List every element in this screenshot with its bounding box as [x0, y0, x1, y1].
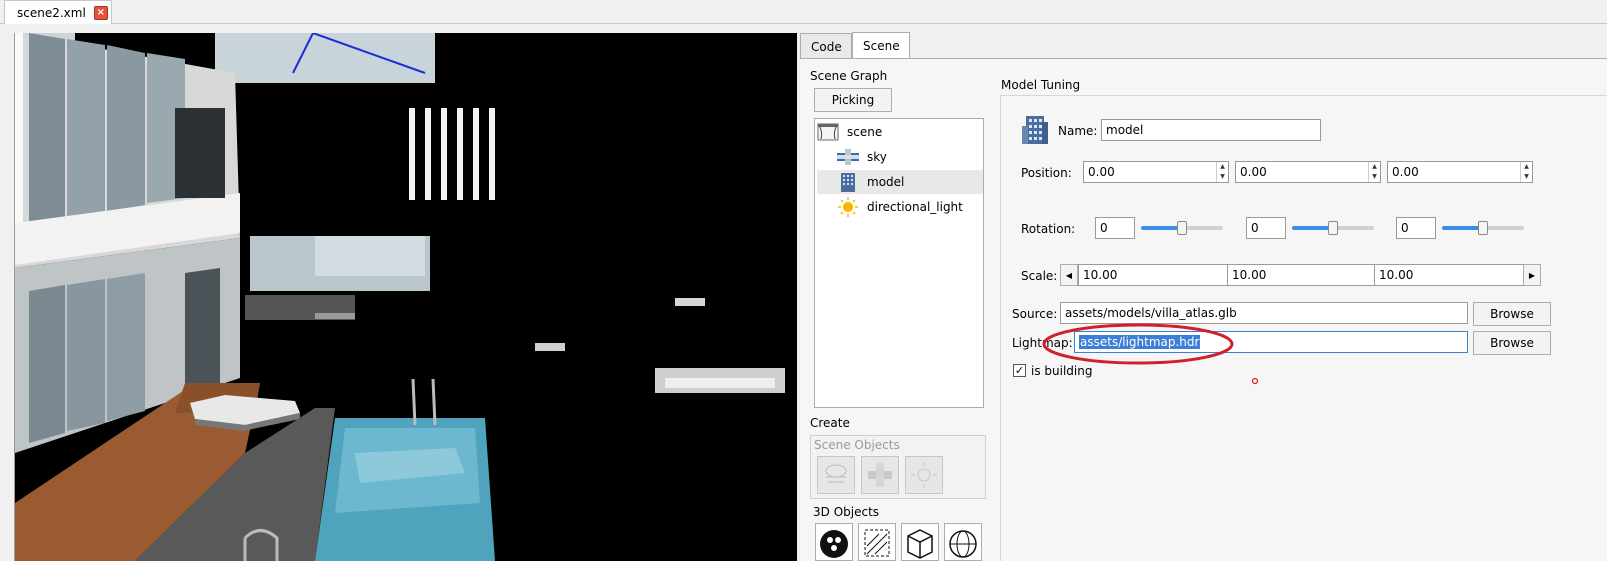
source-label: Source: — [1012, 307, 1058, 321]
add-plane-button[interactable] — [858, 523, 896, 561]
tree-item-label: sky — [867, 150, 887, 164]
building-icon — [837, 172, 859, 192]
rotation-x-slider[interactable] — [1141, 219, 1223, 237]
tree-item-label: model — [867, 175, 905, 189]
tab-scene[interactable]: Scene — [852, 32, 910, 59]
add-light-button[interactable] — [905, 456, 943, 494]
model-tuning-heading: Model Tuning — [1001, 78, 1081, 92]
rotation-x-input[interactable]: 0 — [1095, 217, 1135, 239]
curtain-icon — [817, 122, 839, 142]
scene-objects-group: Scene Objects — [810, 435, 986, 499]
tree-item-sky[interactable]: sky — [837, 145, 983, 169]
scale-left-arrow-icon[interactable]: ◀ — [1060, 264, 1078, 286]
scene-objects-heading: Scene Objects — [814, 438, 900, 452]
sphere-icon — [820, 530, 848, 558]
globe-icon — [949, 530, 977, 558]
name-field[interactable]: model — [1101, 119, 1321, 141]
inspector-panel: Code Scene Scene Graph Picking scene sky — [800, 32, 1607, 561]
document-tab-bar: scene2.xml × — [0, 0, 1607, 24]
position-label: Position: — [1021, 166, 1072, 180]
close-tab-icon[interactable]: × — [93, 5, 108, 20]
model-building-icon — [1020, 114, 1050, 146]
light-add-icon — [911, 462, 937, 488]
tab-code[interactable]: Code — [800, 33, 852, 59]
scale-x-input[interactable]: 10.00 — [1078, 264, 1228, 286]
3d-objects-heading: 3D Objects — [813, 505, 880, 519]
rotation-y-input[interactable]: 0 — [1246, 217, 1286, 239]
rotation-label: Rotation: — [1021, 222, 1076, 236]
create-heading: Create — [810, 416, 850, 430]
3d-viewport[interactable] — [14, 33, 797, 561]
spin-arrows-icon[interactable]: ▲ ▼ — [1216, 162, 1228, 182]
scale-y-input[interactable]: 10.00 — [1227, 264, 1375, 286]
document-tab[interactable]: scene2.xml × — [4, 0, 112, 24]
rotation-y-slider[interactable] — [1292, 219, 1374, 237]
position-x-value: 0.00 — [1088, 165, 1115, 179]
tree-item-model[interactable]: model — [817, 170, 983, 194]
is-building-label: is building — [1031, 364, 1093, 378]
tree-item-label: directional_light — [867, 200, 963, 214]
add-sky-button[interactable] — [861, 456, 899, 494]
tree-item-directional-light[interactable]: directional_light — [837, 195, 983, 219]
position-y-input[interactable]: 0.00 ▲ ▼ — [1235, 161, 1381, 183]
position-x-input[interactable]: 0.00 ▲ ▼ — [1083, 161, 1229, 183]
name-label: Name: — [1058, 124, 1098, 138]
scene-graph-tree[interactable]: scene sky model directional_light — [814, 118, 984, 408]
scale-z-input[interactable]: 10.00 — [1374, 264, 1524, 286]
source-browse-button[interactable]: Browse — [1473, 302, 1551, 326]
lightmap-browse-button[interactable]: Browse — [1473, 331, 1551, 355]
document-tab-title: scene2.xml — [17, 5, 86, 20]
sun-icon — [837, 197, 859, 217]
viewport-render — [15, 33, 797, 561]
is-building-checkbox[interactable]: ✓ — [1013, 364, 1026, 377]
add-sphere-button[interactable] — [815, 523, 853, 561]
skybox-icon — [825, 464, 847, 483]
add-skybox-button[interactable] — [817, 456, 855, 494]
sky-icon — [837, 147, 859, 167]
spin-arrows-icon[interactable]: ▲ ▼ — [1368, 162, 1380, 182]
scale-right-arrow-icon[interactable]: ▶ — [1523, 264, 1541, 286]
position-z-value: 0.00 — [1392, 165, 1419, 179]
annotation-dot — [1251, 377, 1259, 385]
position-y-value: 0.00 — [1240, 165, 1267, 179]
scene-tab-body: Scene Graph Picking scene sky model dire… — [800, 58, 1607, 561]
tree-item-label: scene — [847, 125, 883, 139]
annotation-ellipse — [1042, 323, 1234, 365]
position-z-input[interactable]: 0.00 ▲ ▼ — [1387, 161, 1533, 183]
tree-item-scene[interactable]: scene — [817, 120, 983, 144]
picking-button[interactable]: Picking — [814, 88, 892, 112]
plane-icon — [864, 529, 890, 557]
spin-arrows-icon[interactable]: ▲ ▼ — [1520, 162, 1532, 182]
rotation-z-slider[interactable] — [1442, 219, 1524, 237]
cube-icon — [907, 529, 933, 559]
add-cube-button[interactable] — [901, 523, 939, 561]
add-globe-button[interactable] — [944, 523, 982, 561]
rotation-z-input[interactable]: 0 — [1396, 217, 1436, 239]
scale-label: Scale: — [1021, 269, 1058, 283]
sky-add-icon — [868, 463, 892, 487]
scene-graph-heading: Scene Graph — [810, 69, 888, 83]
